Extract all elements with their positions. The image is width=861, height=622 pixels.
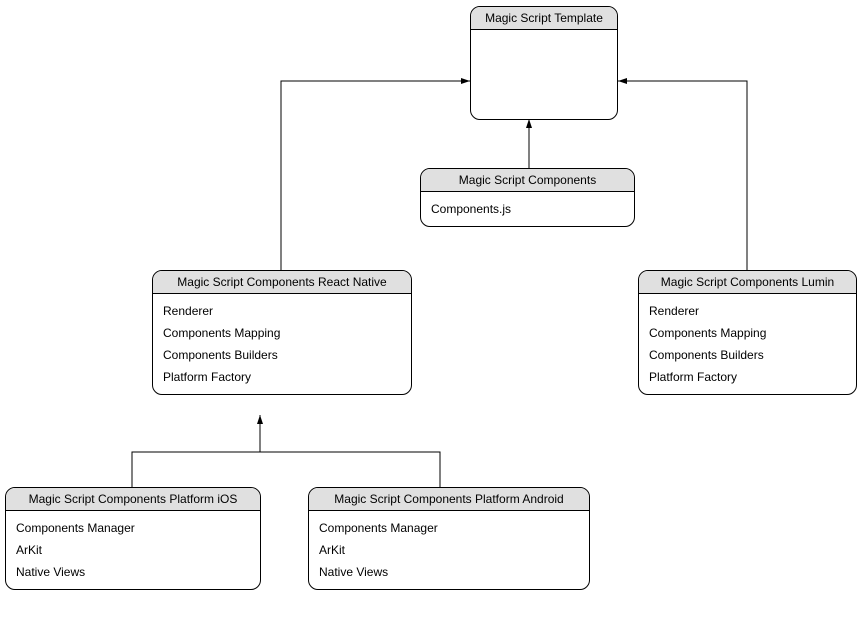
node-body: Components Manager ArKit Native Views	[6, 511, 260, 589]
node-item: Platform Factory	[649, 366, 846, 388]
node-item: Components Manager	[319, 517, 579, 539]
node-item: Components Builders	[649, 344, 846, 366]
node-lumin: Magic Script Components Lumin Renderer C…	[638, 270, 857, 395]
node-item: Native Views	[16, 561, 250, 583]
node-body: Components.js	[421, 192, 634, 226]
node-title: Magic Script Components Lumin	[639, 271, 856, 294]
node-item: Components.js	[431, 198, 624, 220]
node-item: Renderer	[649, 300, 846, 322]
node-platform-ios: Magic Script Components Platform iOS Com…	[5, 487, 261, 590]
node-title: Magic Script Template	[471, 7, 617, 30]
node-item: Native Views	[319, 561, 579, 583]
node-title: Magic Script Components Platform Android	[309, 488, 589, 511]
node-body	[471, 30, 617, 42]
node-title: Magic Script Components Platform iOS	[6, 488, 260, 511]
node-title: Magic Script Components React Native	[153, 271, 411, 294]
node-body: Components Manager ArKit Native Views	[309, 511, 589, 589]
node-body: Renderer Components Mapping Components B…	[639, 294, 856, 394]
node-body: Renderer Components Mapping Components B…	[153, 294, 411, 394]
node-item: Platform Factory	[163, 366, 401, 388]
node-item: Components Mapping	[649, 322, 846, 344]
node-item: ArKit	[16, 539, 250, 561]
node-item: Renderer	[163, 300, 401, 322]
node-magic-script-components: Magic Script Components Components.js	[420, 168, 635, 227]
node-platform-android: Magic Script Components Platform Android…	[308, 487, 590, 590]
node-title: Magic Script Components	[421, 169, 634, 192]
node-item: ArKit	[319, 539, 579, 561]
node-item: Components Manager	[16, 517, 250, 539]
node-magic-script-template: Magic Script Template	[470, 6, 618, 120]
node-react-native: Magic Script Components React Native Ren…	[152, 270, 412, 395]
node-item: Components Builders	[163, 344, 401, 366]
node-item: Components Mapping	[163, 322, 401, 344]
